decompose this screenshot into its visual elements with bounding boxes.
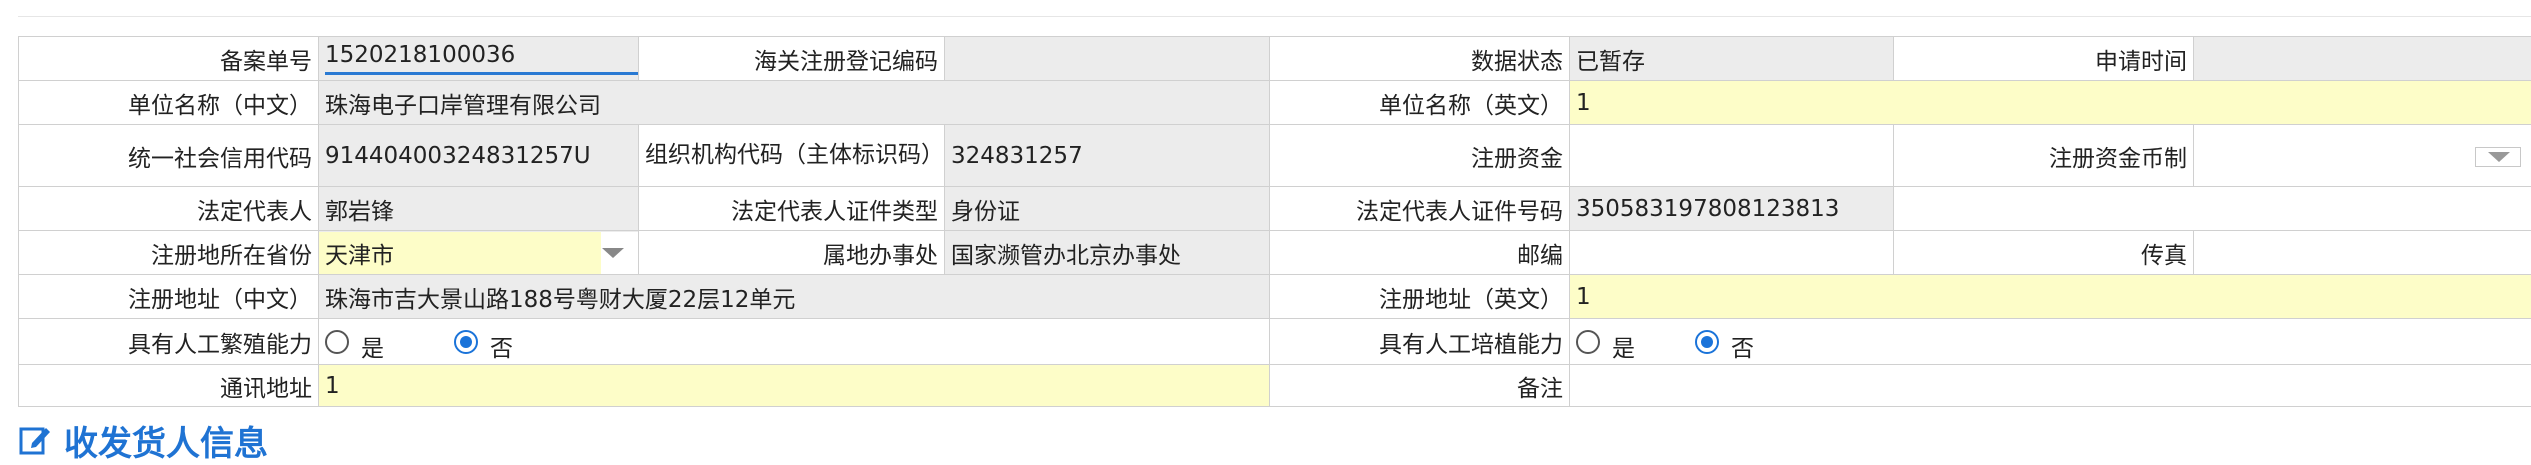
- contact-addr-field[interactable]: 1: [319, 365, 1270, 407]
- cultivation-no-label[interactable]: 否: [1731, 329, 1754, 363]
- apply-time-field[interactable]: [2194, 37, 2531, 81]
- credit-code-field[interactable]: 91440400324831257U: [319, 125, 639, 187]
- addr-en-field[interactable]: 1: [1570, 275, 2531, 319]
- province-dropdown-button[interactable]: [601, 232, 638, 274]
- office-field[interactable]: 国家濒管办北京办事处: [945, 231, 1270, 275]
- cultivation-yes-radio[interactable]: [1576, 330, 1600, 354]
- org-code-label: 组织机构代码（主体标识码）: [639, 125, 945, 187]
- province-value: 天津市: [319, 232, 601, 274]
- legal-rep-field[interactable]: 郭岩锋: [319, 187, 639, 231]
- fax-field[interactable]: [2194, 231, 2531, 275]
- legal-id-no-label: 法定代表人证件号码: [1270, 187, 1570, 231]
- form-row-2: 单位名称（中文） 珠海电子口岸管理有限公司 单位名称（英文） 1: [19, 81, 2531, 125]
- breeding-radio-group: 是 否: [319, 319, 1270, 365]
- breeding-yes-radio[interactable]: [325, 330, 349, 354]
- reg-currency-dropdown-button[interactable]: [2475, 147, 2521, 167]
- credit-code-label: 统一社会信用代码: [19, 125, 319, 187]
- unit-name-cn-field[interactable]: 珠海电子口岸管理有限公司: [319, 81, 1270, 125]
- addr-cn-label: 注册地址（中文）: [19, 275, 319, 319]
- unit-name-en-field[interactable]: 1: [1570, 81, 2531, 125]
- data-status-label: 数据状态: [1270, 37, 1570, 81]
- remark-field[interactable]: [1570, 365, 2531, 407]
- breeding-no-label[interactable]: 否: [490, 329, 513, 363]
- legal-id-type-field[interactable]: 身份证: [945, 187, 1270, 231]
- breeding-no-radio[interactable]: [454, 330, 478, 354]
- form-row-6: 注册地址（中文） 珠海市吉大景山路188号粤财大厦22层12单元 注册地址（英文…: [19, 275, 2531, 319]
- province-label: 注册地所在省份: [19, 231, 319, 275]
- addr-en-label: 注册地址（英文）: [1270, 275, 1570, 319]
- province-select[interactable]: 天津市: [319, 231, 639, 275]
- cultivation-yes-label[interactable]: 是: [1612, 329, 1635, 363]
- legal-rep-label: 法定代表人: [19, 187, 319, 231]
- consignee-section-header[interactable]: 收发货人信息: [18, 420, 268, 460]
- chevron-down-icon: [2488, 152, 2510, 162]
- reg-capital-label: 注册资金: [1270, 125, 1570, 187]
- unit-name-en-label: 单位名称（英文）: [1270, 81, 1570, 125]
- section-title: 收发货人信息: [64, 416, 268, 465]
- reg-capital-field[interactable]: [1570, 125, 1894, 187]
- breeding-label: 具有人工繁殖能力: [19, 319, 319, 365]
- chevron-down-icon: [602, 248, 624, 258]
- org-code-field[interactable]: 324831257: [945, 125, 1270, 187]
- postcode-label: 邮编: [1270, 231, 1570, 275]
- apply-time-label: 申请时间: [1894, 37, 2194, 81]
- form-row-5: 注册地所在省份 天津市 属地办事处 国家濒管办北京办事处 邮编 传真: [19, 231, 2531, 275]
- office-label: 属地办事处: [639, 231, 945, 275]
- customs-code-label: 海关注册登记编码: [639, 37, 945, 81]
- fax-label: 传真: [1894, 231, 2194, 275]
- record-no-field[interactable]: 1520218100036: [319, 37, 639, 81]
- legal-id-type-label: 法定代表人证件类型: [639, 187, 945, 231]
- form-row-3: 统一社会信用代码 91440400324831257U 组织机构代码（主体标识码…: [19, 125, 2531, 187]
- postcode-field[interactable]: [1570, 231, 1894, 275]
- edit-icon: [18, 423, 52, 457]
- form-row-8: 通讯地址 1 备注: [19, 365, 2531, 407]
- unit-name-cn-label: 单位名称（中文）: [19, 81, 319, 125]
- reg-currency-select[interactable]: [2194, 125, 2531, 187]
- cultivation-radio-group: 是 否: [1570, 319, 2531, 365]
- record-form: 备案单号 1520218100036 海关注册登记编码 数据状态 已暂存 申请时…: [18, 36, 2531, 407]
- cultivation-label: 具有人工培植能力: [1270, 319, 1570, 365]
- record-no-label: 备案单号: [19, 37, 319, 81]
- row4-empty: [1894, 187, 2531, 231]
- customs-code-field[interactable]: [945, 37, 1270, 81]
- form-row-7: 具有人工繁殖能力 是 否 具有人工培植能力 是 否: [19, 319, 2531, 365]
- addr-cn-field[interactable]: 珠海市吉大景山路188号粤财大厦22层12单元: [319, 275, 1270, 319]
- data-status-field[interactable]: 已暂存: [1570, 37, 1894, 81]
- remark-label: 备注: [1270, 365, 1570, 407]
- top-divider: [18, 16, 2531, 17]
- reg-currency-label: 注册资金币制: [1894, 125, 2194, 187]
- record-no-value: 1520218100036: [325, 42, 639, 75]
- legal-id-no-field[interactable]: 350583197808123813: [1570, 187, 1894, 231]
- form-row-4: 法定代表人 郭岩锋 法定代表人证件类型 身份证 法定代表人证件号码 350583…: [19, 187, 2531, 231]
- form-row-1: 备案单号 1520218100036 海关注册登记编码 数据状态 已暂存 申请时…: [19, 37, 2531, 81]
- cultivation-no-radio[interactable]: [1695, 330, 1719, 354]
- contact-addr-label: 通讯地址: [19, 365, 319, 407]
- breeding-yes-label[interactable]: 是: [361, 329, 384, 363]
